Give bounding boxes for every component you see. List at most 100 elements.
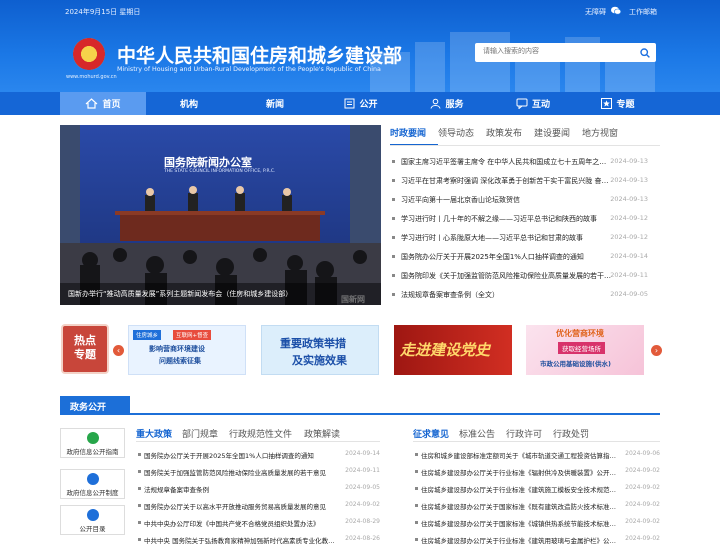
banner-caption[interactable]: 国新办举行“推动高质量发展”系列主题新闻发布会（住房和城乡建设部） xyxy=(60,283,381,305)
bullet xyxy=(138,453,141,456)
policy-date: 2024-08-29 xyxy=(345,518,380,525)
news-date: 2024-09-05 xyxy=(610,290,648,298)
policy-item[interactable]: 法规规章备案审查条例 2024-09-05 xyxy=(136,480,380,497)
tab-penalties[interactable]: 行政处罚 xyxy=(553,427,589,440)
consultation-title: 住房和城乡建设部标准定额司关于《城市轨道交通工程投资估算指标》公开征求意见的通知 xyxy=(421,452,619,460)
policy-item[interactable]: 国务院关于加强监管防范风险推动保险业高质量发展的若干意见 2024-09-11 xyxy=(136,463,380,480)
nav-org[interactable]: 机构 xyxy=(146,92,232,115)
consultation-item[interactable]: 住房城乡建设部办公厅关于国家标准《既有建筑改造防火技术标准》公开征求意见的通知 2… xyxy=(413,497,660,514)
news-item[interactable]: 学习进行时丨几十年的不解之缘——习近平总书记和陕西的故事 2024-09-12 xyxy=(390,209,660,228)
work-mail-link[interactable]: 工作邮箱 xyxy=(629,7,657,17)
document-icon xyxy=(344,98,355,109)
consultation-item[interactable]: 住房城乡建设部办公厅关于国家标准《城镇供热系统节能技术标准》公开征求意见的通知 2… xyxy=(413,514,660,531)
nav-label: 公开 xyxy=(359,100,378,110)
consultation-title: 住房城乡建设部办公厅关于国家标准《既有建筑改造防火技术标准》公开征求意见的通知 xyxy=(421,503,619,511)
bullet xyxy=(392,217,395,220)
site-subtitle: Ministry of Housing and Urban-Rural Deve… xyxy=(117,66,381,73)
bullet xyxy=(415,453,418,456)
news-title: 国家主席习近平签署主席令 在中华人民共和国成立七十五周年之际授予国家勋章和国家荣… xyxy=(401,158,611,166)
policy-item[interactable]: 国务院办公厅关于开展2025年全国1%人口抽样调查的通知 2024-09-14 xyxy=(136,446,380,463)
promo-policy[interactable]: 重要政策举措 及实施效果 xyxy=(261,325,379,375)
bullet xyxy=(392,179,395,182)
accessibility-link[interactable]: 无障碍 xyxy=(585,7,606,17)
news-item[interactable]: 学习进行时丨心系陇原大地——习近平总书记和甘肃的故事 2024-09-12 xyxy=(390,228,660,247)
news-date: 2024-09-11 xyxy=(610,271,648,279)
tab-construction[interactable]: 建设要闻 xyxy=(534,126,570,139)
bullet xyxy=(138,521,141,524)
policy-item[interactable]: 中共中央办公厅印发《中国共产党不合格党员组织处置办法》 2024-08-29 xyxy=(136,514,380,531)
tab-standards[interactable]: 标准公告 xyxy=(459,427,495,440)
news-item[interactable]: 习近平在甘肃考察时强调 深化改革勇于创新苦干实干富民兴陇 奋力谱写中国式现代化甘… xyxy=(390,171,660,190)
tab-interpretation[interactable]: 政策解读 xyxy=(304,427,340,440)
promo-business-env[interactable]: 优化营商环境 获取经营场所 市政公用基础设施(供水) xyxy=(526,325,644,375)
tab-local[interactable]: 地方视窗 xyxy=(582,126,618,139)
bullet xyxy=(138,470,141,473)
tab-politics[interactable]: 时政要闻 xyxy=(390,126,426,139)
news-item[interactable]: 国家主席习近平签署主席令 在中华人民共和国成立七十五周年之际授予国家勋章和国家荣… xyxy=(390,152,660,171)
promo-party-history[interactable]: 走进建设党史 xyxy=(394,325,512,375)
news-item[interactable]: 法规规章备案审查条例（全文） 2024-09-05 xyxy=(390,285,660,304)
side-card-guide[interactable]: 政府信息公开指南 xyxy=(60,428,125,458)
bullet xyxy=(392,160,395,163)
consultation-item[interactable]: 住房城乡建设部办公厅关于行业标准《建筑施工模板安全技术规范》公开征求意见的通知 2… xyxy=(413,480,660,497)
consultation-title: 住房城乡建设部办公厅关于行业标准《辐射供冷及供暖装置》公开征求意见的通知 xyxy=(421,469,619,477)
consultation-item[interactable]: 住房和城乡建设部标准定额司关于《城市轨道交通工程投资估算指标》公开征求意见的通知… xyxy=(413,446,660,463)
nav-label: 专题 xyxy=(616,100,635,110)
nav-interact[interactable]: 互动 xyxy=(490,92,576,115)
carousel-next-button[interactable]: › xyxy=(651,345,662,356)
nav-label: 新闻 xyxy=(265,100,284,110)
promo-inspection[interactable]: 住房城乡 互联网+督查 影响营商环境建设 问题线索征集 xyxy=(128,325,246,375)
consultation-date: 2024-09-02 xyxy=(625,467,660,474)
bullet xyxy=(138,487,141,490)
hot-topics-badge[interactable]: 热点专题 xyxy=(61,324,109,374)
carousel-prev-button[interactable]: ‹ xyxy=(113,345,124,356)
promo-line: 影响营商环境建设 xyxy=(149,345,205,353)
tab-consultation[interactable]: 征求意见 xyxy=(413,427,449,440)
tab-leaders[interactable]: 领导动态 xyxy=(438,126,474,139)
tab-normative-docs[interactable]: 行政规范性文件 xyxy=(229,427,292,440)
policy-title: 国务院办公厅关于以高水平开放推动服务贸易高质量发展的意见 xyxy=(144,503,326,511)
news-banner[interactable]: 国务院新闻办公室 THE STATE COUNCIL INFORMATION O… xyxy=(60,125,381,305)
tab-divider xyxy=(136,441,380,442)
news-title: 学习进行时丨心系陇原大地——习近平总书记和甘肃的故事 xyxy=(401,234,583,242)
news-item[interactable]: 国务院办公厅关于开展2025年全国1%人口抽样调查的通知 2024-09-14 xyxy=(390,247,660,266)
tab-major-policy[interactable]: 重大政策 xyxy=(136,427,172,440)
site-url: www.mohurd.gov.cn xyxy=(66,74,117,80)
bullet xyxy=(415,487,418,490)
site-header: 2024年9月15日 星期日 无障碍 工作邮箱 www.mohurd.gov.c… xyxy=(0,0,720,92)
nav-label: 互动 xyxy=(531,100,550,110)
promo-line: 重要政策举措 xyxy=(280,337,346,350)
star-icon xyxy=(601,98,613,109)
main-nav: 首页 机构 新闻 公开 服务 互动 专题 xyxy=(0,92,720,115)
side-card-rules[interactable]: 政府信息公开制度 xyxy=(60,469,125,499)
news-date: 2024-09-13 xyxy=(610,176,648,184)
nav-topics[interactable]: 专题 xyxy=(576,92,660,115)
tab-divider xyxy=(413,441,660,442)
search-input[interactable] xyxy=(483,47,633,55)
policy-date: 2024-09-14 xyxy=(345,450,380,457)
bullet xyxy=(392,198,395,201)
promo-line: 及实施效果 xyxy=(292,354,347,367)
bullet xyxy=(415,470,418,473)
nav-news[interactable]: 新闻 xyxy=(232,92,318,115)
side-card-label: 政府信息公开指南 xyxy=(66,448,119,456)
tab-policy[interactable]: 政策发布 xyxy=(486,126,522,139)
policy-item[interactable]: 国务院办公厅关于以高水平开放推动服务贸易高质量发展的意见 2024-09-02 xyxy=(136,497,380,514)
nav-label: 服务 xyxy=(445,100,464,110)
consultation-item[interactable]: 住房城乡建设部办公厅关于行业标准《辐射供冷及供暖装置》公开征求意见的通知 2024… xyxy=(413,463,660,480)
nav-home[interactable]: 首页 xyxy=(60,92,146,115)
consultation-date: 2024-09-02 xyxy=(625,501,660,508)
policy-date: 2024-09-05 xyxy=(345,484,380,491)
tab-permits[interactable]: 行政许可 xyxy=(506,427,542,440)
news-date: 2024-09-13 xyxy=(610,157,648,165)
nav-public[interactable]: 公开 xyxy=(318,92,404,115)
news-item[interactable]: 习近平向第十一届北京香山论坛致贺信 2024-09-13 xyxy=(390,190,660,209)
policy-title: 国务院办公厅关于开展2025年全国1%人口抽样调查的通知 xyxy=(144,452,314,460)
side-card-catalog[interactable]: 公开目录 xyxy=(60,505,125,535)
news-item[interactable]: 国务院印发《关于加强监管防范风险推动保险业高质量发展的若干意见》 2024-09-… xyxy=(390,266,660,285)
tab-dept-rules[interactable]: 部门规章 xyxy=(182,427,218,440)
wechat-icon[interactable] xyxy=(611,6,622,15)
nav-service[interactable]: 服务 xyxy=(404,92,490,115)
search-button[interactable] xyxy=(633,43,656,62)
news-title: 习近平在甘肃考察时强调 深化改革勇于创新苦干实干富民兴陇 奋力谱写中国式现代化甘… xyxy=(401,177,611,185)
